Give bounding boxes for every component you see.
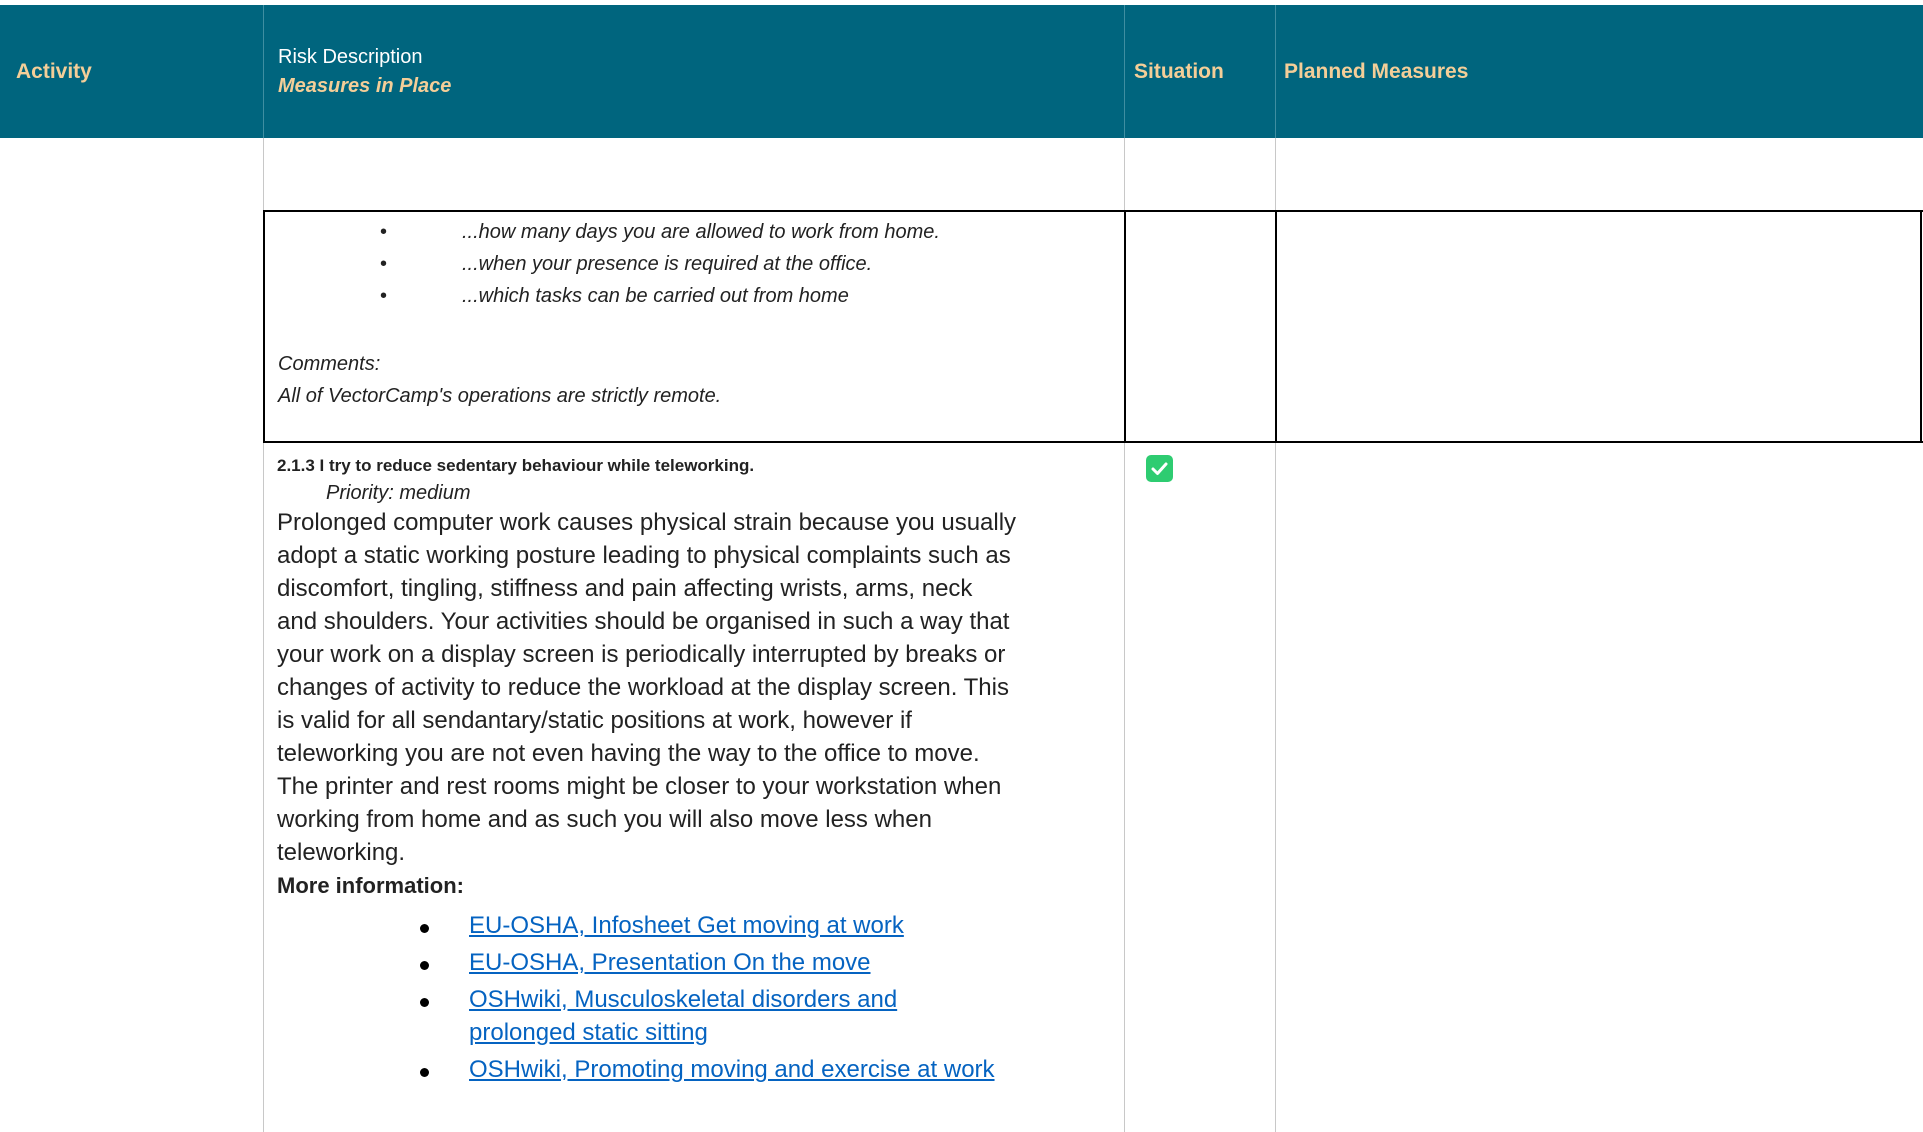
comments-label: Comments: [278, 353, 381, 375]
header-activity: Activity [16, 59, 92, 83]
bullet-icon: • [380, 285, 388, 307]
bullet-icon [420, 924, 429, 933]
link-presentation-on-the-move[interactable]: EU-OSHA, Presentation On the move [469, 949, 871, 977]
block-border-mid [1124, 210, 1126, 443]
link-msd-static-sitting-cont[interactable]: prolonged static sitting [469, 1019, 708, 1047]
list-item: • ...which tasks can be carried out from… [380, 285, 849, 307]
link-promoting-moving[interactable]: OSHwiki, Promoting moving and exercise a… [469, 1056, 995, 1084]
block-border-bottom [263, 441, 1923, 443]
bullet-icon: • [380, 253, 388, 275]
item-priority: Priority: medium [326, 482, 471, 504]
header-divider [1275, 5, 1276, 138]
header-risk-description: Risk Description Measures in Place [278, 5, 451, 138]
block-border-top [263, 210, 1923, 212]
check-icon [1151, 462, 1168, 475]
situation-checkbox[interactable] [1146, 455, 1173, 482]
block-border-right [1920, 210, 1922, 443]
link-get-moving-at-work[interactable]: EU-OSHA, Infosheet Get moving at work [469, 912, 904, 940]
comments-text: All of VectorCamp's operations are stric… [278, 385, 722, 407]
bullet-icon [420, 961, 429, 970]
block-border-mid [1275, 210, 1277, 443]
header-situation: Situation [1134, 59, 1224, 83]
header-planned-measures: Planned Measures [1284, 59, 1469, 83]
measures-in-place-label: Measures in Place [278, 74, 452, 97]
table-header: Activity Risk Description Measures in Pl… [0, 5, 1923, 138]
bullet-icon [420, 1068, 429, 1077]
header-divider [1124, 5, 1125, 138]
header-divider [263, 5, 264, 138]
list-item: • ...how many days you are allowed to wo… [380, 221, 940, 243]
item-title: 2.1.3 I try to reduce sedentary behaviou… [277, 456, 755, 475]
item-description: Prolonged computer work causes physical … [277, 509, 1017, 866]
link-msd-static-sitting[interactable]: OSHwiki, Musculoskeletal disorders and [469, 986, 897, 1014]
more-info-label: More information: [277, 873, 464, 898]
risk-description-label: Risk Description [278, 45, 423, 68]
bullet-icon: • [380, 221, 388, 243]
list-item: • ...when your presence is required at t… [380, 253, 873, 275]
bullet-icon [420, 998, 429, 1007]
